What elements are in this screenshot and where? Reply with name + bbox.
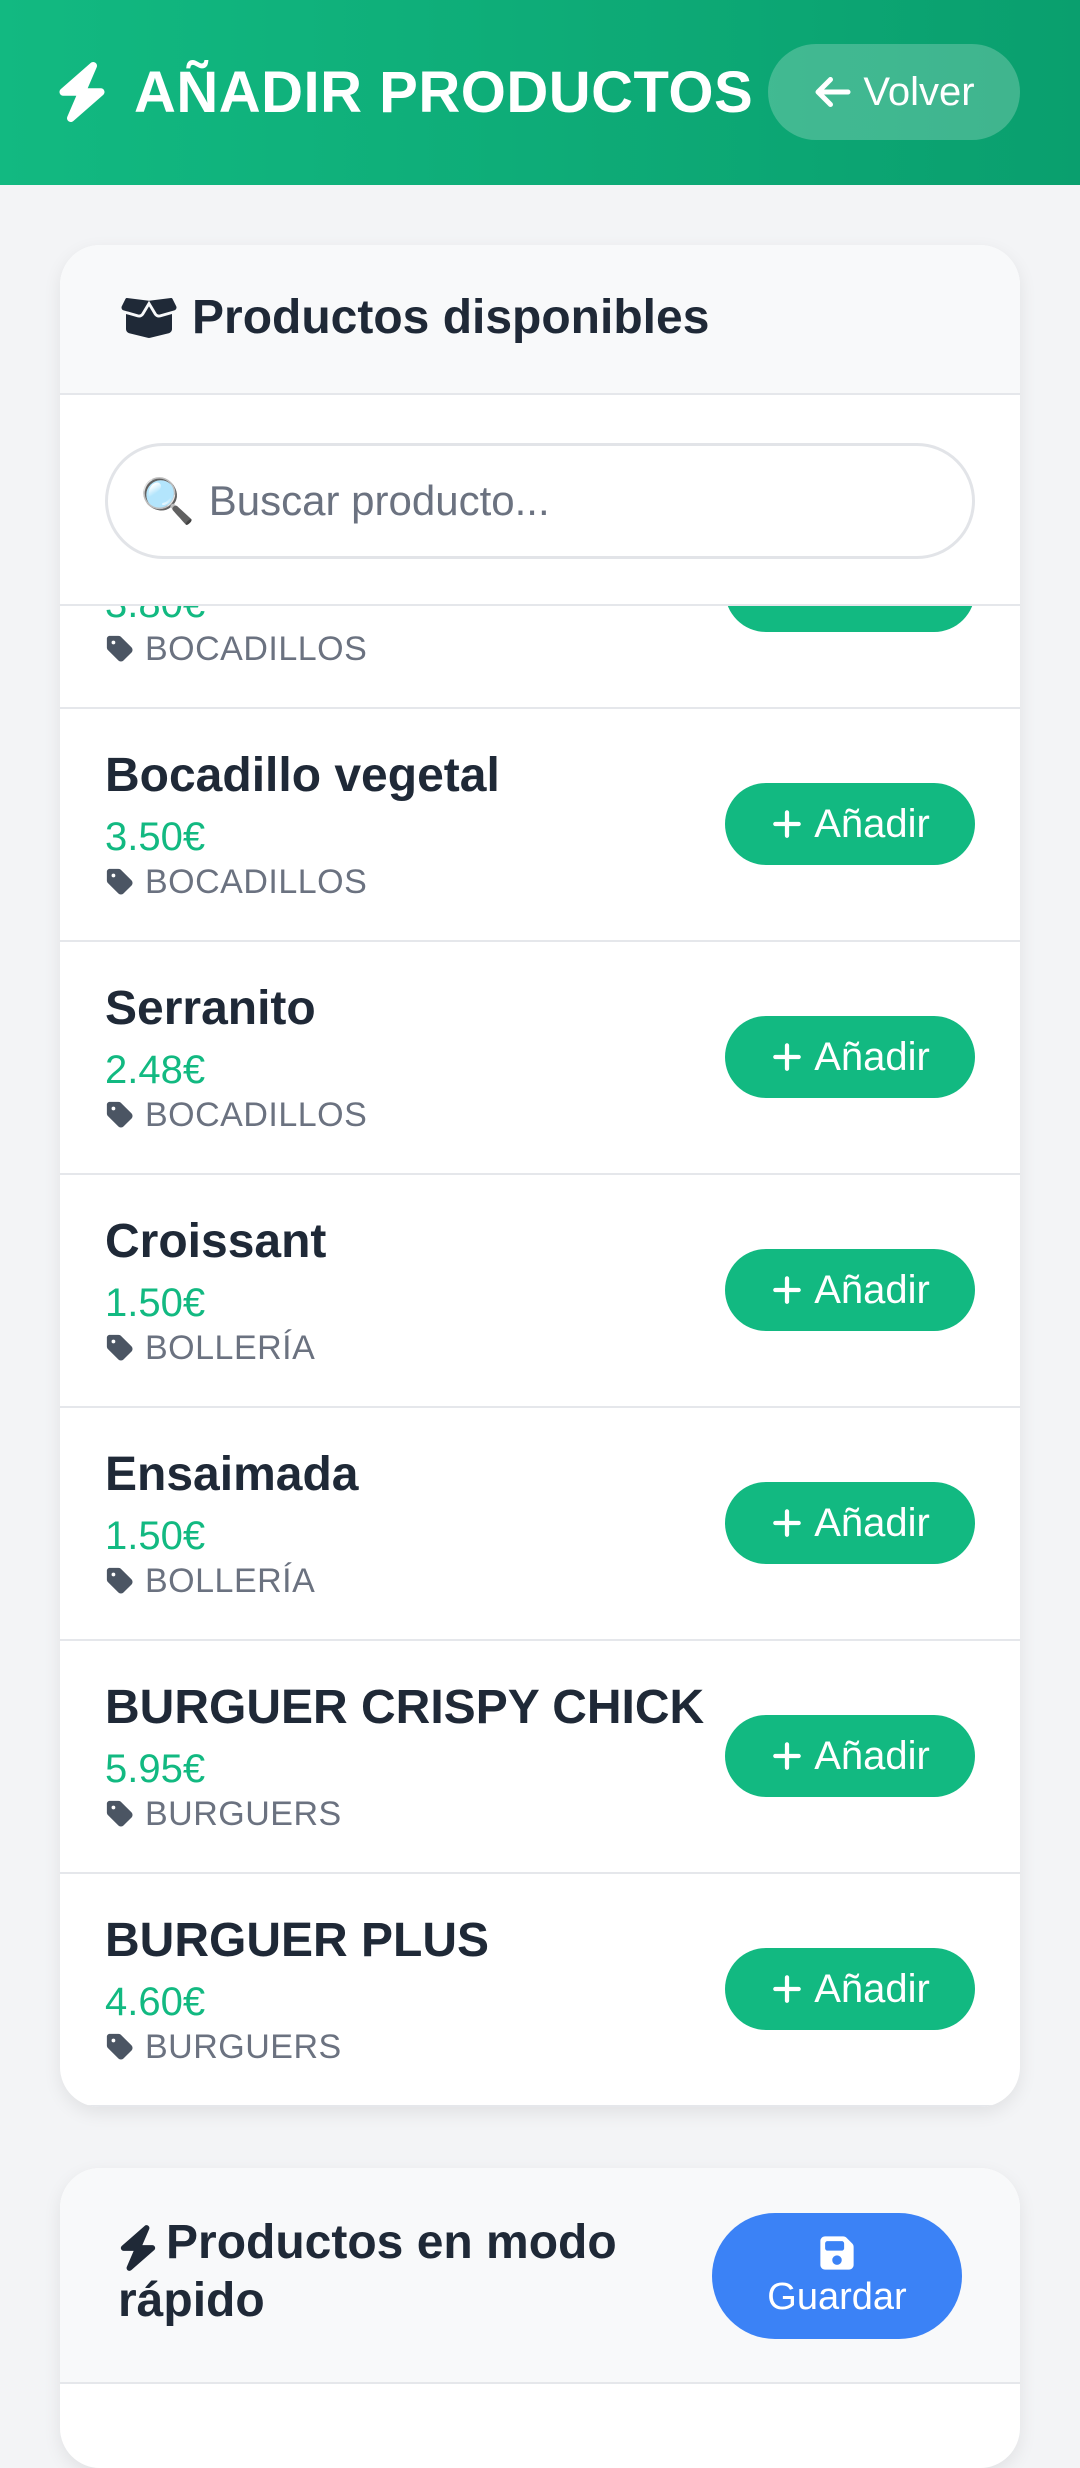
add-button-label: Añadir: [814, 1267, 930, 1312]
quick-mode-card: Productos en modo rápido Guardar: [60, 2168, 1020, 2468]
product-name: Bocadillo vegetal: [105, 749, 500, 802]
available-products-title: Productos disponibles: [192, 291, 710, 344]
plus-icon: [773, 1509, 801, 1537]
bolt-icon: [59, 62, 105, 122]
quick-mode-title: Productos en modo rápido: [118, 2216, 617, 2327]
top-app-bar: AÑADIR PRODUCTOS Volver: [0, 0, 1080, 185]
product-category: BOCADILLOS: [105, 628, 367, 670]
product-category-label: BOCADILLOS: [145, 1096, 368, 1134]
tag-icon: [106, 1800, 133, 1827]
plus-icon: [773, 1276, 801, 1304]
tag-icon: [106, 1101, 133, 1128]
plus-icon: [773, 1742, 801, 1770]
add-product-button[interactable]: Añadir: [725, 606, 975, 632]
floppy-disk-icon: [820, 2235, 854, 2270]
add-product-button[interactable]: Añadir: [725, 1948, 975, 2030]
product-row: BURGUER CRISPY CHICK 5.95€ BURGUERS Añadir: [60, 1641, 1020, 1874]
tag-icon: [106, 2033, 133, 2060]
product-row: Ensaimada 1.50€ BOLLERÍA Añadir: [60, 1408, 1020, 1641]
plus-icon: [773, 1975, 801, 2003]
product-row: Bocadillo vegano3.80€BOCADILLOSAñadir: [60, 606, 1020, 709]
product-name: Serranito: [105, 982, 316, 1035]
product-price: 1.50€: [105, 1281, 206, 1325]
product-price: 1.50€: [105, 1514, 206, 1558]
product-row: Croissant 1.50€ BOLLERÍA Añadir: [60, 1175, 1020, 1408]
save-button-label: Guardar: [767, 2275, 907, 2318]
product-row: BURGUER PLUS 4.60€ BURGUERS Añadir: [60, 1874, 1020, 2107]
search-field[interactable]: 🔍: [105, 443, 975, 559]
product-category: BOLLERÍA: [105, 1327, 315, 1369]
product-category-label: BURGUERS: [145, 1795, 342, 1833]
add-product-button[interactable]: Añadir: [725, 1482, 975, 1564]
product-price: 2.48€: [105, 1048, 206, 1092]
add-product-button[interactable]: Añadir: [725, 783, 975, 865]
quick-mode-header: Productos en modo rápido Guardar: [60, 2168, 1020, 2384]
magnifier-icon: 🔍: [140, 477, 195, 526]
available-products-header: Productos disponibles: [60, 245, 1020, 395]
product-category-label: BOCADILLOS: [145, 630, 368, 668]
product-name: Croissant: [105, 1215, 327, 1268]
available-products-card: Productos disponibles 🔍 Bocadillo vegano…: [60, 245, 1020, 2107]
tag-icon: [106, 868, 133, 895]
product-category: BOLLERÍA: [105, 1560, 315, 1602]
product-price: 3.50€: [105, 815, 206, 859]
add-button-label: Añadir: [814, 1966, 930, 2011]
product-category-label: BOLLERÍA: [145, 1329, 316, 1367]
product-name: Ensaimada: [105, 1448, 359, 1501]
tag-icon: [106, 1567, 133, 1594]
product-name: BURGUER PLUS: [105, 1914, 490, 1967]
add-button-label: Añadir: [814, 1034, 930, 1079]
add-product-button[interactable]: Añadir: [725, 1016, 975, 1098]
tag-icon: [106, 1334, 133, 1361]
back-button[interactable]: Volver: [768, 44, 1020, 140]
box-open-icon: [121, 297, 177, 338]
save-button[interactable]: Guardar: [712, 2213, 962, 2339]
tag-icon: [106, 635, 133, 662]
search-input[interactable]: [208, 477, 909, 525]
add-button-label: Añadir: [814, 1500, 930, 1545]
product-price: 5.95€: [105, 1747, 206, 1791]
product-category: BOCADILLOS: [105, 861, 367, 903]
product-category-label: BURGUERS: [145, 2028, 342, 2066]
product-price: 3.80€: [105, 606, 205, 628]
product-category: BURGUERS: [105, 2026, 342, 2068]
product-category-label: BOCADILLOS: [145, 863, 368, 901]
back-button-label: Volver: [863, 69, 975, 114]
product-name: BURGUER CRISPY CHICK: [105, 1681, 705, 1734]
page-title: AÑADIR PRODUCTOS: [134, 60, 754, 125]
plus-icon: [770, 606, 804, 608]
product-list-inner: Bocadillo vegano3.80€BOCADILLOSAñadirBoc…: [60, 606, 1020, 2107]
product-category: BURGUERS: [105, 1793, 342, 1835]
plus-icon: [773, 1043, 801, 1071]
product-row: Bocadillo vegetal 3.50€ BOCADILLOS Añadir: [60, 709, 1020, 942]
product-price: 4.60€: [105, 1980, 206, 2024]
product-row: Serranito 2.48€ BOCADILLOS Añadir: [60, 942, 1020, 1175]
product-category: BOCADILLOS: [105, 1094, 367, 1136]
add-product-button[interactable]: Añadir: [725, 1249, 975, 1331]
add-button-label: Añadir: [814, 801, 930, 846]
arrow-left-icon: [815, 76, 851, 108]
product-list[interactable]: Bocadillo vegano3.80€BOCADILLOSAñadirBoc…: [60, 606, 1020, 2107]
add-button-label: Añadir: [814, 606, 930, 614]
add-button-label: Añadir: [814, 1733, 930, 1778]
plus-icon: [773, 810, 801, 838]
product-category-label: BOLLERÍA: [145, 1562, 316, 1600]
add-product-button[interactable]: Añadir: [725, 1715, 975, 1797]
